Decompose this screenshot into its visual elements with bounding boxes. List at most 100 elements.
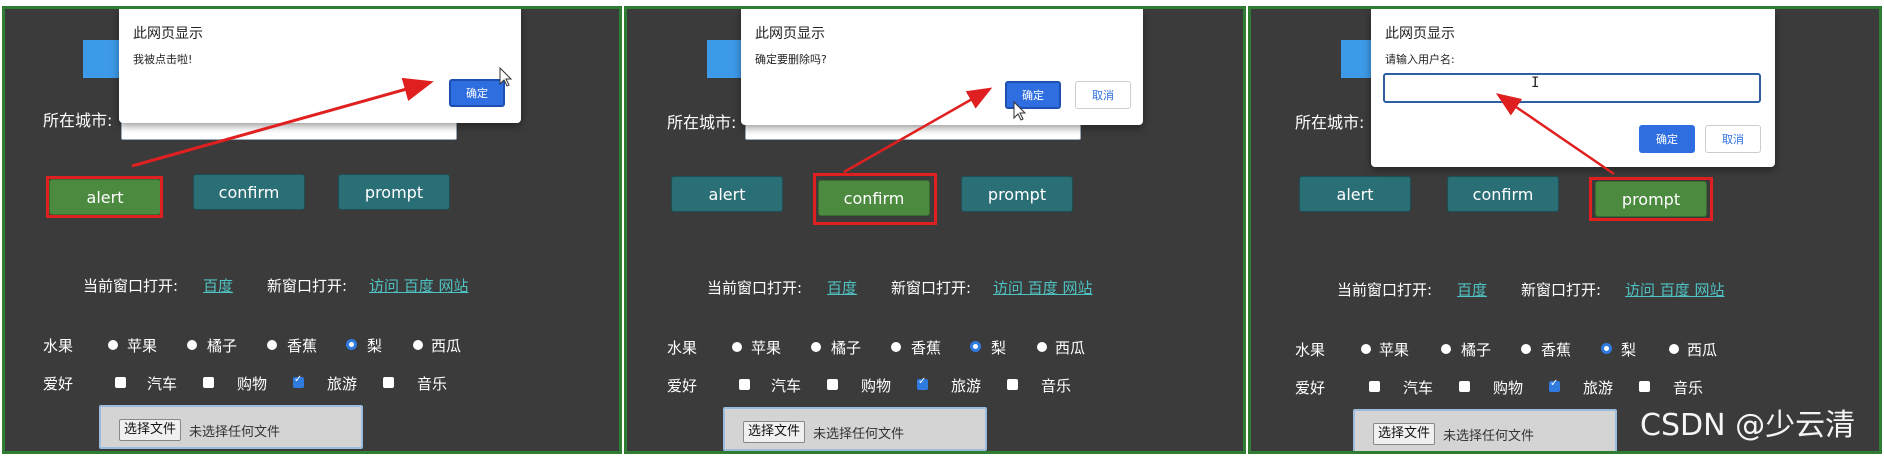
text-cursor-icon: I	[1531, 75, 1540, 91]
radio-banana-label: 香蕉	[287, 337, 318, 355]
highlight-box	[46, 176, 163, 218]
radio-banana-label: 香蕉	[1541, 341, 1572, 359]
new-window-label: 新窗口打开:	[267, 277, 348, 295]
dialog-cancel-button[interactable]: 取消	[1075, 81, 1131, 109]
checkbox-car[interactable]	[115, 377, 126, 388]
checkbox-shopping-label: 购物	[1493, 379, 1524, 397]
radio-watermelon[interactable]	[1037, 342, 1047, 352]
checkbox-music[interactable]	[1007, 379, 1018, 390]
radio-pear[interactable]	[1601, 343, 1612, 354]
radio-apple-label: 苹果	[1379, 341, 1410, 359]
panel-prompt-demo: 所在城市: alert confirm prompt 当前窗口打开: 百度 新窗…	[1248, 6, 1882, 454]
checkbox-music-label: 音乐	[417, 375, 448, 393]
visit-baidu-link[interactable]: 访问 百度 网站	[369, 275, 469, 296]
radio-pear[interactable]	[346, 339, 357, 350]
choose-file-button[interactable]: 选择文件	[743, 421, 806, 443]
checkbox-shopping[interactable]	[1459, 381, 1470, 392]
alert-button[interactable]: alert	[1299, 176, 1411, 212]
prompt-dialog: 此网页显示 请输入用户名: I 确定 取消	[1371, 9, 1775, 167]
file-upload: 选择文件 未选择任何文件	[1353, 409, 1617, 451]
dialog-title: 此网页显示	[1385, 26, 1455, 42]
checkbox-music[interactable]	[383, 377, 394, 388]
radio-banana[interactable]	[891, 342, 901, 352]
checkbox-travel[interactable]	[293, 374, 304, 388]
checkbox-car[interactable]	[1369, 381, 1380, 392]
baidu-link[interactable]: 百度	[1457, 279, 1487, 300]
checkbox-car[interactable]	[739, 379, 750, 390]
fruit-label: 水果	[1295, 341, 1326, 359]
fruit-label: 水果	[667, 339, 698, 357]
dialog-message: 请输入用户名:	[1385, 53, 1455, 66]
radio-banana[interactable]	[267, 340, 277, 350]
prompt-button[interactable]: prompt	[338, 174, 450, 210]
choose-file-button[interactable]: 选择文件	[1373, 423, 1436, 445]
hobby-label: 爱好	[43, 375, 74, 393]
confirm-button[interactable]: confirm	[193, 174, 305, 210]
new-window-label: 新窗口打开:	[1521, 281, 1602, 299]
hobby-label: 爱好	[1295, 379, 1326, 397]
checkbox-music[interactable]	[1639, 381, 1650, 392]
visit-baidu-link[interactable]: 访问 百度 网站	[993, 277, 1093, 298]
dialog-ok-button[interactable]: 确定	[1639, 125, 1695, 153]
dialog-cancel-button[interactable]: 取消	[1705, 125, 1761, 153]
current-window-label: 当前窗口打开:	[1337, 281, 1433, 299]
baidu-link[interactable]: 百度	[827, 277, 857, 298]
radio-apple[interactable]	[1361, 344, 1371, 354]
radio-pear-label: 梨	[367, 337, 383, 355]
radio-orange[interactable]	[811, 342, 821, 352]
city-label: 所在城市:	[1295, 113, 1365, 132]
username-input[interactable]	[1383, 73, 1761, 103]
choose-file-button[interactable]: 选择文件	[119, 419, 182, 441]
radio-pear[interactable]	[970, 341, 981, 352]
radio-watermelon[interactable]	[1669, 344, 1679, 354]
checkbox-travel-label: 旅游	[327, 375, 358, 393]
hobby-label: 爱好	[667, 377, 698, 395]
radio-watermelon[interactable]	[413, 340, 423, 350]
file-status: 未选择任何文件	[189, 425, 281, 440]
panel-alert-demo: 所在城市: alert confirm prompt 当前窗口打开: 百度 新窗…	[2, 6, 622, 454]
prompt-button[interactable]: prompt	[961, 176, 1073, 212]
checkbox-shopping-label: 购物	[237, 375, 268, 393]
checkbox-shopping[interactable]	[827, 379, 838, 390]
radio-pear-label: 梨	[1621, 341, 1637, 359]
alert-button[interactable]: alert	[671, 176, 783, 212]
checkbox-travel[interactable]	[1549, 378, 1560, 392]
dialog-title: 此网页显示	[755, 26, 825, 42]
checkbox-travel[interactable]	[917, 376, 928, 390]
confirm-dialog: 此网页显示 确定要删除吗? 确定 取消	[741, 9, 1143, 125]
radio-orange-label: 橘子	[831, 339, 862, 357]
alert-dialog: 此网页显示 我被点击啦! 确定	[119, 9, 521, 123]
radio-apple[interactable]	[732, 342, 742, 352]
baidu-link[interactable]: 百度	[203, 275, 233, 296]
radio-banana[interactable]	[1521, 344, 1531, 354]
file-upload: 选择文件 未选择任何文件	[99, 405, 363, 449]
dialog-ok-button[interactable]: 确定	[449, 79, 505, 107]
checkbox-car-label: 汽车	[771, 377, 802, 395]
city-label: 所在城市:	[667, 113, 737, 132]
fruit-label: 水果	[43, 337, 74, 355]
current-window-label: 当前窗口打开:	[83, 277, 179, 295]
radio-apple[interactable]	[108, 340, 118, 350]
radio-apple-label: 苹果	[751, 339, 782, 357]
radio-orange-label: 橘子	[1461, 341, 1492, 359]
radio-orange-label: 橘子	[207, 337, 238, 355]
file-upload: 选择文件 未选择任何文件	[723, 407, 987, 451]
checkbox-travel-label: 旅游	[951, 377, 982, 395]
watermark: CSDN @少云清	[1640, 408, 1856, 443]
visit-baidu-link[interactable]: 访问 百度 网站	[1625, 279, 1725, 300]
checkbox-music-label: 音乐	[1041, 377, 1072, 395]
city-label: 所在城市:	[43, 111, 113, 130]
radio-watermelon-label: 西瓜	[431, 337, 462, 355]
new-window-label: 新窗口打开:	[891, 279, 972, 297]
radio-orange[interactable]	[187, 340, 197, 350]
highlight-box	[813, 173, 937, 225]
radio-banana-label: 香蕉	[911, 339, 942, 357]
checkbox-shopping[interactable]	[203, 377, 214, 388]
confirm-button[interactable]: confirm	[1447, 176, 1559, 212]
radio-pear-label: 梨	[991, 339, 1007, 357]
dialog-ok-button[interactable]: 确定	[1005, 81, 1061, 109]
current-window-label: 当前窗口打开:	[707, 279, 803, 297]
radio-watermelon-label: 西瓜	[1055, 339, 1086, 357]
radio-orange[interactable]	[1441, 344, 1451, 354]
panel-confirm-demo: 所在城市: alert confirm prompt 当前窗口打开: 百度 新窗…	[624, 6, 1246, 454]
